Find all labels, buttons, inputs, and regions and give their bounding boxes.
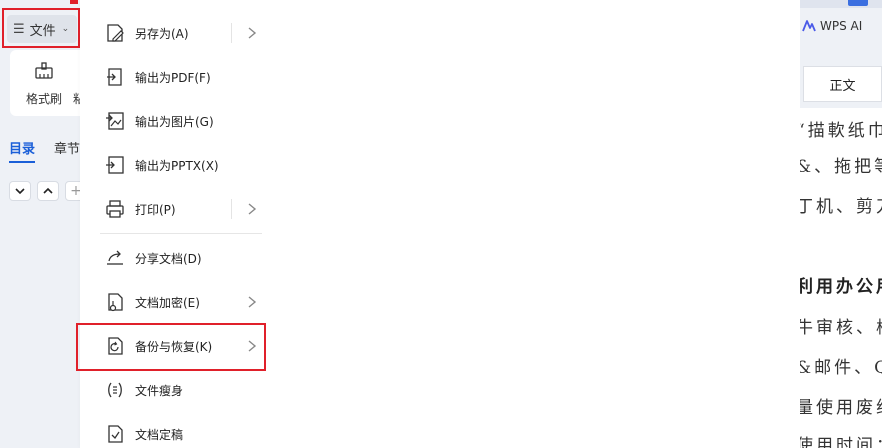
wps-ai-label: WPS AI [820, 19, 863, 33]
menu-item-label: 输出为PDF(F) [135, 70, 211, 85]
doc-heading-line: 利用办公用 [800, 277, 882, 297]
menu-item-label: 文档加密(E) [135, 295, 200, 310]
menu-item-save-as[interactable]: 另存为(A) [100, 13, 268, 53]
wps-ai-button[interactable]: WPS AI [802, 19, 862, 33]
print-icon [106, 200, 124, 218]
chevron-right-icon[interactable] [245, 201, 259, 217]
menu-item-separator [231, 199, 232, 219]
expand-button[interactable] [37, 181, 59, 201]
export-pdf-icon [107, 68, 122, 86]
menu-divider [100, 233, 262, 234]
chevron-right-icon[interactable] [245, 294, 259, 310]
document-area: WPS AI 正文 “描軟纸巾 &、拖把等 丁机、剪刀 利用办公用 牛审核、校 … [800, 0, 882, 448]
style-normal-label: 正文 [829, 78, 856, 94]
file-dropdown-menu: 另存为(A) 输出为PDF(F) 输出为图片(G) 输出为PPTX(X) 打印(… [80, 0, 284, 448]
menu-item-finalize[interactable]: 文档定稿 [100, 414, 268, 448]
toolbar-row [800, 8, 882, 62]
tab-strip [800, 0, 882, 8]
doc-text-line: “描軟纸巾 [800, 121, 882, 141]
menu-item-encrypt[interactable]: 文档加密(E) [100, 282, 268, 322]
menu-item-label: 另存为(A) [135, 26, 189, 41]
menu-item-slim-file[interactable]: 文件瘦身 [100, 370, 268, 410]
menu-item-share[interactable]: 分享文档(D) [100, 238, 268, 278]
menu-item-label: 分享文档(D) [135, 251, 202, 266]
export-pptx-icon [106, 156, 124, 174]
menu-item-separator [231, 23, 232, 43]
chevron-up-icon [43, 187, 53, 194]
backup-highlight-box [76, 323, 266, 371]
slim-file-icon [108, 382, 122, 398]
doc-text-line: 量使用废纸 [800, 398, 882, 418]
menu-item-label: 输出为PPTX(X) [135, 158, 219, 173]
export-image-icon [106, 112, 124, 130]
tab-toc[interactable]: 目录 [9, 138, 36, 163]
menu-item-label: 文件瘦身 [135, 383, 184, 398]
doc-text-line: 使用时间： [800, 436, 882, 448]
menu-item-export-pptx[interactable]: 输出为PPTX(X) [100, 145, 268, 185]
wps-ai-icon [802, 20, 816, 32]
doc-text-line: 牛审核、校 [800, 318, 882, 338]
menu-item-export-pdf[interactable]: 输出为PDF(F) [100, 57, 268, 97]
highlight-mark [70, 0, 78, 4]
finalize-icon [108, 425, 123, 443]
share-icon [107, 250, 123, 265]
menu-item-print[interactable]: 打印(P) [100, 189, 268, 229]
format-painter-label[interactable]: 格式刷 [26, 90, 62, 107]
left-panel: ☰ 文件 ⌄ 格式刷 目录 章节 + [0, 0, 87, 448]
chevron-down-icon [15, 188, 25, 195]
format-painter-icon[interactable] [33, 60, 55, 82]
chevron-right-icon[interactable] [245, 25, 259, 41]
doc-text-line: 丁机、剪刀 [800, 197, 882, 217]
encrypt-icon [108, 293, 123, 312]
menu-item-label: 打印(P) [135, 202, 176, 217]
menu-item-label: 文档定稿 [135, 427, 184, 442]
style-normal[interactable]: 正文 [803, 66, 882, 102]
file-button-highlight-box [2, 8, 80, 48]
save-as-icon [107, 24, 124, 42]
active-tab-indicator [848, 0, 868, 6]
menu-item-export-image[interactable]: 输出为图片(G) [100, 101, 268, 141]
doc-text-line: &邮件、QQ [800, 358, 882, 378]
tab-chapters[interactable]: 章节 [54, 138, 80, 157]
doc-text-line: &、拖把等 [800, 157, 882, 177]
blank-area [284, 0, 800, 448]
collapse-button[interactable] [9, 181, 31, 201]
menu-item-label: 输出为图片(G) [135, 114, 214, 129]
style-gallery-row: 正文 [800, 62, 882, 108]
